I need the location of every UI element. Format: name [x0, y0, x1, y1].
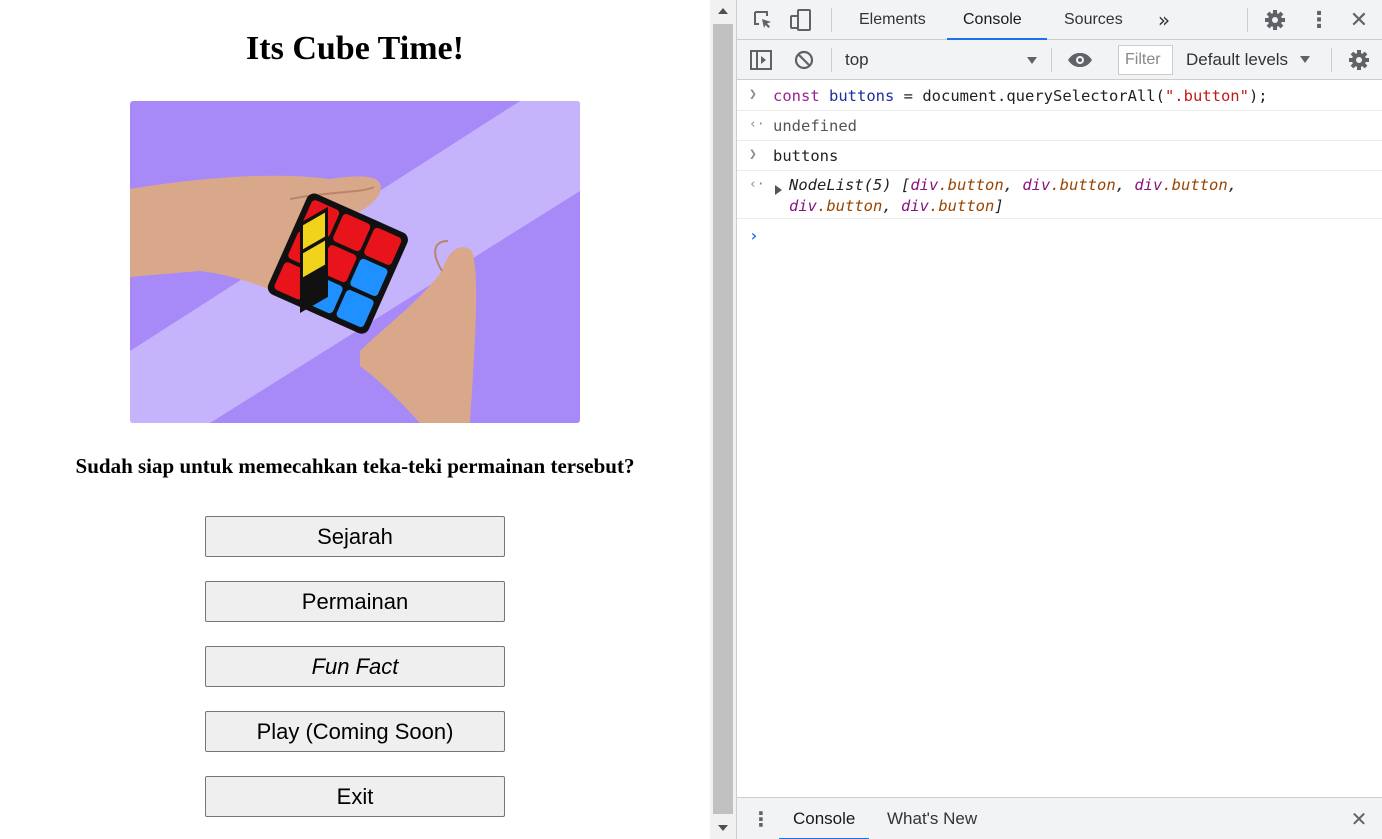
code-expression: = document.querySelectorAll( [894, 87, 1165, 105]
permainan-button[interactable]: Permainan [205, 581, 505, 622]
console-result-line: ‹· undefined [737, 111, 1382, 141]
console-input-line: ❯ const buttons = document.querySelector… [737, 81, 1382, 111]
console-toolbar: top Filter Default levels [737, 40, 1382, 80]
code-variable: buttons [829, 87, 895, 105]
rubiks-cube-image [130, 101, 580, 423]
nodelist-head: NodeList(5) [789, 176, 892, 194]
input-chevron-icon: ❯ [749, 87, 757, 102]
result-arrow-icon: ‹· [749, 177, 765, 192]
chevron-down-icon[interactable] [1300, 56, 1310, 63]
console-output[interactable]: ❯ const buttons = document.querySelector… [737, 81, 1382, 797]
tab-elements[interactable]: Elements [857, 0, 928, 40]
play-button[interactable]: Play (Coming Soon) [205, 711, 505, 752]
input-text: buttons [773, 147, 839, 165]
result-undefined: undefined [773, 117, 857, 135]
toolbar-divider [831, 8, 832, 32]
fun-fact-button[interactable]: Fun Fact [205, 646, 505, 687]
device-toolbar-icon[interactable] [789, 8, 813, 32]
expand-triangle-icon[interactable] [775, 185, 782, 195]
question-text: Sudah siap untuk memecahkan teka-teki pe… [75, 454, 635, 478]
live-expression-eye-icon[interactable] [1067, 49, 1093, 71]
drawer-close-icon[interactable]: ✕ [1347, 807, 1371, 831]
settings-gear-icon[interactable] [1263, 8, 1287, 32]
filter-input[interactable]: Filter [1118, 45, 1173, 75]
input-chevron-icon: ❯ [749, 147, 757, 162]
devtools-toolbar: Elements Console Sources » ⋮ ✕ [737, 0, 1382, 40]
nodelist-open: [ [901, 176, 911, 194]
result-arrow-icon: ‹· [749, 117, 765, 132]
log-levels-dropdown[interactable]: Default levels [1186, 50, 1288, 70]
more-options-icon[interactable]: ⋮ [1307, 8, 1331, 33]
page-scrollbar[interactable] [710, 0, 736, 839]
clear-console-icon[interactable] [793, 49, 815, 71]
devtools-drawer: ⋮ Console What's New ✕ [737, 797, 1382, 839]
sidebar-toggle-icon[interactable] [749, 49, 773, 71]
page-title: Its Cube Time! [246, 30, 464, 67]
toolbar-divider [831, 48, 832, 72]
double-chevron-icon[interactable]: » [1153, 8, 1175, 32]
toolbar-divider [1051, 48, 1052, 72]
inspect-element-icon[interactable] [751, 8, 775, 32]
close-icon[interactable]: ✕ [1347, 8, 1371, 33]
drawer-menu-icon[interactable]: ⋮ [751, 807, 771, 831]
web-page: Its Cube Time! Sudah siap untuk memecahk… [0, 0, 710, 839]
tab-console[interactable]: Console [947, 0, 1047, 40]
devtools-panel: Elements Console Sources » ⋮ ✕ top Filte… [736, 0, 1382, 839]
console-settings-gear-icon[interactable] [1347, 49, 1371, 71]
sejarah-button[interactable]: Sejarah [205, 516, 505, 557]
tab-sources[interactable]: Sources [1062, 0, 1125, 40]
context-selector[interactable]: top [845, 50, 869, 70]
console-result-line: ‹· NodeList(5) [div.button, div.button, … [737, 171, 1382, 219]
chevron-down-icon[interactable] [1027, 57, 1037, 64]
nodelist-summary[interactable]: NodeList(5) [div.button, div.button, div… [789, 175, 1237, 217]
console-input-line: ❯ buttons [737, 141, 1382, 171]
toolbar-divider [1331, 48, 1332, 72]
code-string: ".button" [1164, 87, 1249, 105]
exit-button[interactable]: Exit [205, 776, 505, 817]
code-keyword: const [773, 87, 820, 105]
toolbar-divider [1247, 8, 1248, 32]
scroll-up-icon[interactable] [718, 8, 728, 14]
scroll-thumb[interactable] [713, 24, 733, 814]
drawer-tab-console[interactable]: Console [779, 798, 870, 839]
console-prompt-icon[interactable]: › [749, 226, 759, 245]
code-end: ); [1248, 87, 1268, 105]
nodelist-close: ] [994, 197, 1004, 215]
drawer-tab-whats-new[interactable]: What's New [887, 798, 977, 839]
scroll-down-icon[interactable] [718, 825, 728, 831]
